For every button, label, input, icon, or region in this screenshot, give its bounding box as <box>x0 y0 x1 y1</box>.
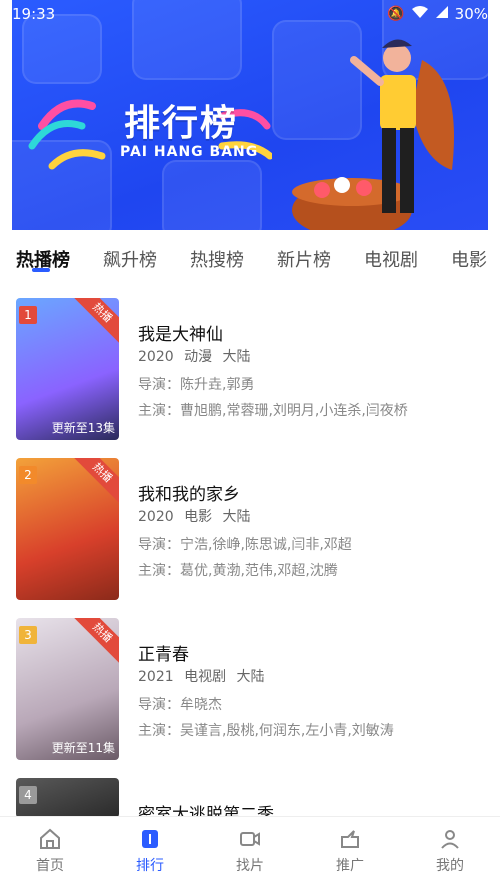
nav-home-label: 首页 <box>36 858 64 874</box>
item-meta: 2020 电影 大陆 <box>138 506 257 526</box>
list-item[interactable]: 4 密室大逃脱第二季 <box>16 778 488 825</box>
nav-mine-label: 我的 <box>436 858 464 874</box>
rank-badge: 2 <box>19 466 37 484</box>
mute-icon: 🔕 <box>387 6 405 22</box>
battery-percent: 30% <box>454 5 488 23</box>
item-title[interactable]: 我是大神仙 <box>138 320 223 345</box>
rank-badge: 3 <box>19 626 37 644</box>
item-year: 2020 <box>138 349 174 365</box>
nav-home[interactable]: 首页 <box>20 827 80 875</box>
poster-update-label: 更新至11集 <box>51 741 115 755</box>
active-tab-indicator <box>32 268 50 272</box>
item-genre: 动漫 <box>184 349 213 365</box>
status-bar: 19:33 🔕 30% <box>0 0 500 28</box>
home-icon <box>40 828 60 849</box>
item-year: 2020 <box>138 509 174 525</box>
item-director: 导演：牟晓杰 <box>138 697 222 713</box>
banner-logo: 排行榜 PAI HANG BANG <box>28 86 302 186</box>
poster-update-label: 更新至13集 <box>51 421 115 435</box>
item-meta: 2021 电视剧 大陆 <box>138 666 271 686</box>
nav-mine[interactable]: 我的 <box>420 827 480 875</box>
item-cast: 主演：曹旭鹏,常蓉珊,刘明月,小连杀,闫夜桥 <box>138 403 408 419</box>
item-genre: 电影 <box>184 509 213 525</box>
list-item[interactable]: 2 热播 我和我的家乡 2020 电影 大陆 导演：宁浩,徐峥,陈思诚,闫非,邓… <box>16 458 488 608</box>
item-title[interactable]: 我和我的家乡 <box>138 480 240 505</box>
hot-badge: 热播 <box>70 618 119 665</box>
rank-badge: 4 <box>19 786 37 804</box>
item-cast: 主演：吴谨言,殷桃,何润东,左小青,刘敏涛 <box>138 723 394 739</box>
video-icon <box>240 832 260 846</box>
ranking-banner[interactable]: 排行榜 PAI HANG BANG <box>12 0 488 230</box>
tab-hot-search[interactable]: 热搜榜 <box>190 246 244 272</box>
item-director: 导演：陈升垚,郭勇 <box>138 377 255 393</box>
item-genre: 电视剧 <box>184 669 227 685</box>
item-meta: 2020 动漫 大陆 <box>138 346 257 366</box>
item-region: 大陆 <box>222 509 251 525</box>
banner-subtitle: PAI HANG BANG <box>120 144 259 160</box>
signal-icon <box>435 5 449 23</box>
rank-badge: 1 <box>19 306 37 324</box>
nav-promote[interactable]: 推广 <box>320 827 380 875</box>
nav-ranking[interactable]: 排行 <box>120 827 180 875</box>
poster-image[interactable]: 4 <box>16 778 119 818</box>
status-icons: 🔕 30% <box>387 5 488 23</box>
poster-image[interactable]: 3 热播 更新至11集 <box>16 618 119 760</box>
tab-rising[interactable]: 飙升榜 <box>103 246 157 272</box>
tab-movies[interactable]: 电影 <box>451 246 487 272</box>
character-illustration <box>292 39 454 230</box>
status-time: 19:33 <box>12 5 56 23</box>
tab-new-release[interactable]: 新片榜 <box>277 246 331 272</box>
item-cast: 主演：葛优,黄渤,范伟,邓超,沈腾 <box>138 563 338 579</box>
bottom-navigation: 首页 排行 找片 推广 我的 <box>0 816 500 888</box>
ranking-tabs: 热播榜 飙升榜 热搜榜 新片榜 电视剧 电影 <box>0 238 500 278</box>
nav-ranking-label: 排行 <box>136 858 164 874</box>
wifi-icon <box>411 5 429 23</box>
tab-tv-series[interactable]: 电视剧 <box>364 246 418 272</box>
poster-image[interactable]: 1 热播 更新至13集 <box>16 298 119 440</box>
nav-find-label: 找片 <box>236 858 264 874</box>
item-year: 2021 <box>138 669 174 685</box>
item-title[interactable]: 正青春 <box>138 640 189 665</box>
list-item[interactable]: 3 热播 更新至11集 正青春 2021 电视剧 大陆 导演：牟晓杰 主演：吴谨… <box>16 618 488 768</box>
hot-badge: 热播 <box>70 458 119 505</box>
item-region: 大陆 <box>236 669 265 685</box>
nav-promote-label: 推广 <box>336 858 364 874</box>
item-region: 大陆 <box>222 349 251 365</box>
nav-find[interactable]: 找片 <box>220 827 280 875</box>
list-item[interactable]: 1 热播 更新至13集 我是大神仙 2020 动漫 大陆 导演：陈升垚,郭勇 主… <box>16 298 488 448</box>
item-director: 导演：宁浩,徐峥,陈思诚,闫非,邓超 <box>138 537 352 553</box>
share-icon <box>341 830 359 848</box>
banner-title: 排行榜 <box>124 103 239 144</box>
ranking-icon <box>142 830 158 848</box>
hot-badge: 热播 <box>70 298 119 345</box>
user-icon <box>441 830 459 849</box>
poster-image[interactable]: 2 热播 <box>16 458 119 600</box>
